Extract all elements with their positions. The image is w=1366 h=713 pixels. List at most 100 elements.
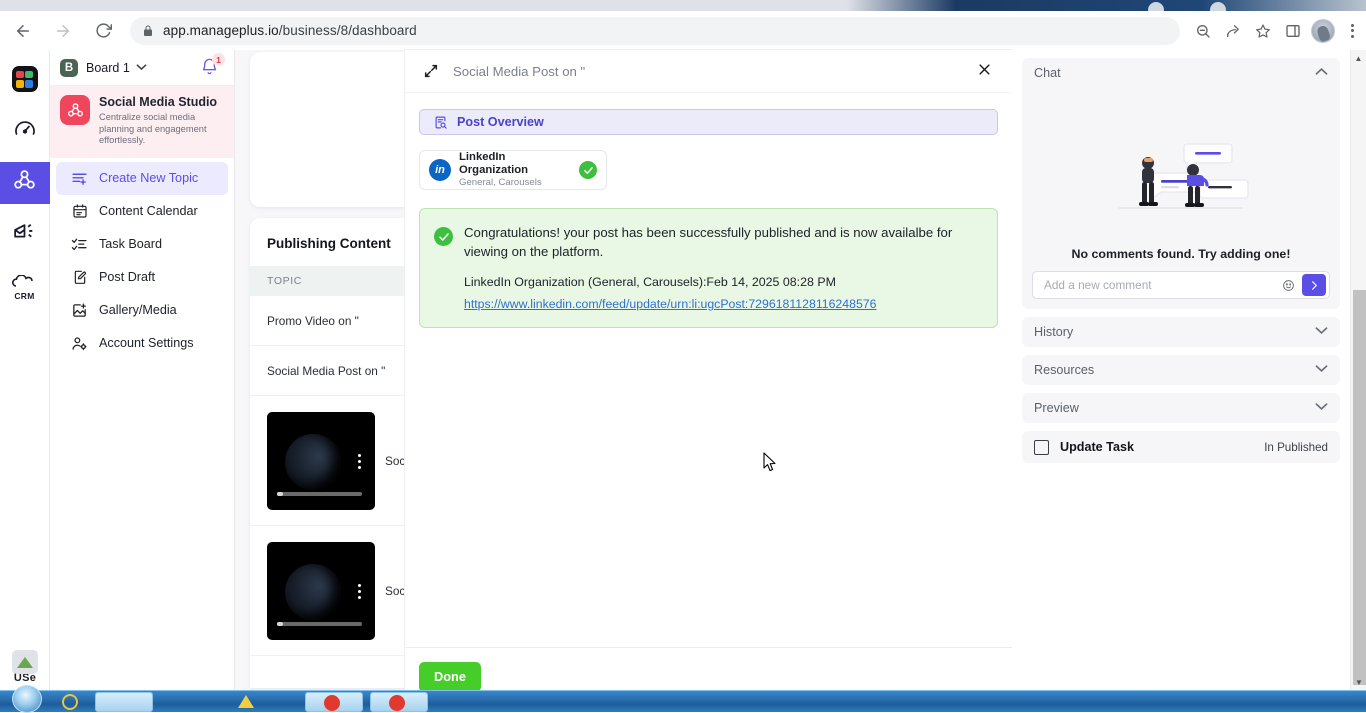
success-message-box: Congratulations! your post has been succ… bbox=[419, 208, 998, 328]
history-panel-header[interactable]: History bbox=[1022, 317, 1340, 347]
preview-panel-header[interactable]: Preview bbox=[1022, 393, 1340, 423]
sidebar-item-app-logo[interactable] bbox=[0, 58, 50, 100]
linkedin-account-card[interactable]: in LinkedIn Organization General, Carous… bbox=[419, 150, 607, 190]
rail-bottom-app[interactable]: USe bbox=[0, 650, 50, 684]
preview-panel[interactable]: Preview bbox=[1022, 393, 1340, 423]
browser-tab-strip[interactable] bbox=[1140, 0, 1290, 11]
grid-logo-icon bbox=[12, 66, 38, 92]
taskbar-app-icon[interactable] bbox=[389, 695, 405, 711]
taskbar-app-icon[interactable] bbox=[324, 695, 340, 711]
star-icon[interactable] bbox=[1248, 16, 1278, 46]
taskbar-app-window[interactable] bbox=[305, 692, 363, 712]
update-task-checkbox[interactable] bbox=[1034, 440, 1049, 455]
chat-panel-header[interactable]: Chat bbox=[1022, 58, 1340, 88]
post-overview-section-header[interactable]: Post Overview bbox=[419, 109, 998, 135]
reload-icon[interactable] bbox=[86, 14, 120, 48]
chat-panel-title: Chat bbox=[1034, 66, 1061, 80]
sidebar-item-post-draft[interactable]: Post Draft bbox=[56, 261, 228, 294]
video-more-icon[interactable] bbox=[358, 584, 361, 599]
chevron-down-icon[interactable] bbox=[1315, 402, 1328, 414]
expand-arrows-icon[interactable] bbox=[423, 63, 439, 79]
preview-panel-title: Preview bbox=[1034, 401, 1079, 415]
share-icon[interactable] bbox=[1218, 16, 1248, 46]
taskbar-app-window[interactable] bbox=[370, 692, 428, 712]
update-task-row[interactable]: Update Task In Published bbox=[1022, 431, 1340, 463]
page-scrollbar[interactable]: ▲ ▼ bbox=[1350, 50, 1366, 690]
zoom-out-icon[interactable] bbox=[1188, 16, 1218, 46]
studio-card[interactable]: Social Media Studio Centralize social me… bbox=[50, 86, 234, 158]
sidebar-item-create-new-topic[interactable]: Create New Topic bbox=[56, 162, 228, 195]
video-more-icon[interactable] bbox=[358, 454, 361, 469]
page-title: Publishing Content bbox=[250, 218, 413, 251]
table-row[interactable]: Soc bbox=[250, 526, 413, 656]
address-bar[interactable]: app.manageplus.io/business/8/dashboard bbox=[130, 17, 1180, 45]
taskbar-app-window[interactable] bbox=[95, 692, 153, 712]
video-thumbnail[interactable] bbox=[267, 542, 375, 640]
sidebar-item-account-settings[interactable]: Account Settings bbox=[56, 327, 228, 360]
board-selector[interactable]: B Board 1 1 bbox=[50, 50, 234, 86]
url-host: app.manageplus.io bbox=[163, 23, 279, 38]
table-row[interactable]: Soc bbox=[250, 396, 413, 526]
chat-body: No comments found. Try adding one! bbox=[1022, 88, 1340, 309]
avatar[interactable] bbox=[1308, 16, 1338, 46]
chevron-up-icon[interactable] bbox=[1315, 67, 1328, 79]
resources-panel[interactable]: Resources bbox=[1022, 355, 1340, 385]
empty-chat-illustration bbox=[1032, 92, 1330, 247]
people-group-icon bbox=[12, 168, 37, 198]
sidebar-item-task-board[interactable]: Task Board bbox=[56, 228, 228, 261]
modal-header: Social Media Post on " bbox=[405, 50, 1012, 93]
resources-panel-header[interactable]: Resources bbox=[1022, 355, 1340, 385]
video-progress-bar[interactable] bbox=[277, 622, 362, 626]
sidebar-item-gallery-media[interactable]: Gallery/Media bbox=[56, 294, 228, 327]
sidebar-item-label: Create New Topic bbox=[99, 171, 198, 185]
sidebar-item-social-media-studio[interactable] bbox=[0, 162, 50, 204]
published-post-link[interactable]: https://www.linkedin.com/feed/update/urn… bbox=[464, 297, 981, 311]
done-button[interactable]: Done bbox=[419, 662, 481, 692]
calendar-icon bbox=[71, 203, 88, 220]
table-row[interactable]: Social Media Post on " bbox=[250, 346, 413, 396]
notification-bell-icon[interactable]: 1 bbox=[200, 57, 222, 79]
sidebar-item-label: Content Calendar bbox=[99, 204, 198, 218]
comment-input[interactable] bbox=[1044, 278, 1279, 292]
table-row[interactable]: Promo Video on " bbox=[250, 296, 413, 346]
chevron-down-icon[interactable] bbox=[1315, 364, 1328, 376]
list-plus-icon bbox=[71, 170, 88, 187]
close-x-icon[interactable] bbox=[977, 62, 992, 81]
chevron-down-icon[interactable] bbox=[136, 63, 147, 73]
checklist-icon bbox=[71, 236, 88, 253]
account-name: LinkedIn Organization bbox=[459, 151, 571, 177]
video-thumbnail[interactable] bbox=[267, 412, 375, 510]
sidebar-item-label: Task Board bbox=[99, 237, 162, 251]
forward-arrow-icon[interactable] bbox=[46, 14, 80, 48]
scrollbar-thumb[interactable] bbox=[1353, 290, 1366, 685]
back-arrow-icon[interactable] bbox=[6, 14, 40, 48]
video-progress-bar[interactable] bbox=[277, 492, 362, 496]
chevron-down-icon[interactable] bbox=[1315, 326, 1328, 338]
emoji-smiley-icon[interactable] bbox=[1279, 279, 1297, 292]
sidebar-item-content-calendar[interactable]: Content Calendar bbox=[56, 195, 228, 228]
sidebar-item-dashboard[interactable] bbox=[0, 110, 50, 152]
taskbar-warning-icon[interactable] bbox=[238, 695, 254, 708]
scroll-up-arrow[interactable]: ▲ bbox=[1351, 50, 1366, 66]
board-name: Board 1 bbox=[86, 61, 130, 75]
row-topic: Soc bbox=[385, 584, 405, 598]
studio-subtitle: Centralize social media planning and eng… bbox=[99, 112, 224, 147]
table-column-header: TOPIC bbox=[250, 266, 413, 296]
taskbar-app-icon[interactable] bbox=[62, 694, 78, 710]
side-panel-icon[interactable] bbox=[1278, 16, 1308, 46]
send-arrow-icon[interactable] bbox=[1302, 274, 1326, 296]
empty-chat-message: No comments found. Try adding one! bbox=[1032, 247, 1330, 271]
row-topic: Soc bbox=[385, 454, 405, 468]
sidebar-item-crm[interactable]: CRM bbox=[0, 266, 50, 308]
history-panel[interactable]: History bbox=[1022, 317, 1340, 347]
comment-input-row[interactable] bbox=[1032, 271, 1330, 299]
publishing-content-card: Publishing Content TOPIC Promo Video on … bbox=[250, 218, 413, 688]
three-dot-menu-icon[interactable] bbox=[1338, 16, 1366, 46]
post-overview-label: Post Overview bbox=[457, 115, 544, 129]
windows-taskbar bbox=[0, 690, 1366, 712]
notification-count-badge: 1 bbox=[212, 53, 225, 66]
success-detail-text: LinkedIn Organization (General, Carousel… bbox=[464, 275, 981, 289]
scroll-down-arrow[interactable]: ▼ bbox=[1351, 674, 1366, 690]
sidebar-item-campaigns[interactable] bbox=[0, 214, 50, 256]
start-button[interactable] bbox=[12, 685, 42, 713]
